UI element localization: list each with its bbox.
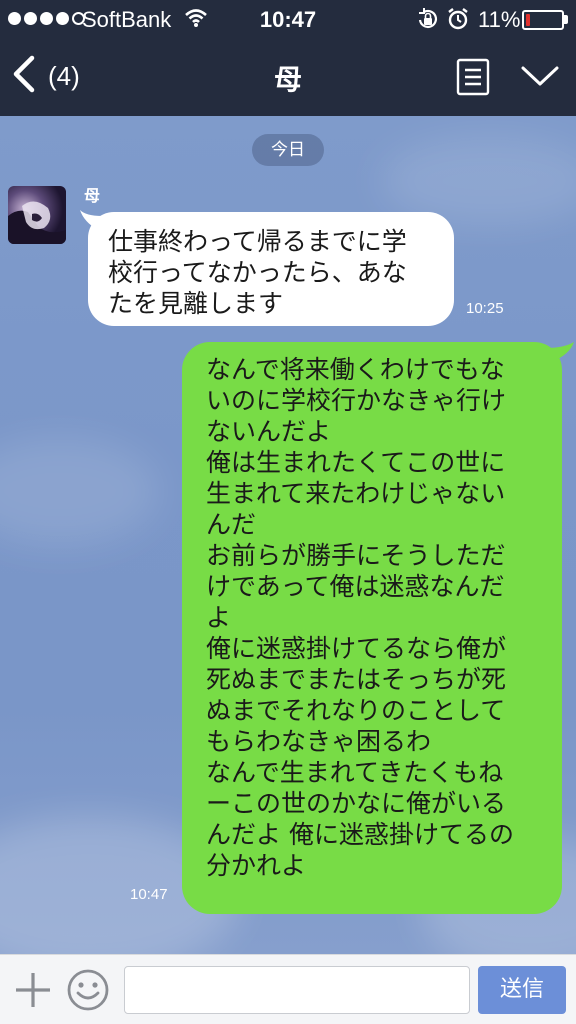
chat-area[interactable]: 今日 母 仕事終わって帰るまでに学 校行ってなかったら、あな たを見離します 1…	[0, 116, 576, 954]
input-bar: 送信	[0, 954, 576, 1024]
back-button[interactable]: (4)	[10, 54, 80, 98]
battery-tip	[564, 15, 568, 24]
alarm-icon	[446, 6, 470, 38]
smiley-icon	[66, 969, 110, 1016]
sender-name: 母	[84, 186, 101, 205]
chevron-down-icon	[520, 66, 560, 92]
collapse-button[interactable]	[520, 64, 560, 92]
message-bubble-outgoing[interactable]: なんで将来働くわけでもな いのに学校行かなきゃ行け ないんだよ 俺は生まれたくて…	[182, 342, 562, 914]
rotation-lock-icon	[416, 6, 440, 38]
message-bubble-incoming[interactable]: 仕事終わって帰るまでに学 校行ってなかったら、あな たを見離します	[88, 212, 454, 326]
emoji-button[interactable]	[66, 968, 110, 1016]
attach-button[interactable]	[14, 971, 52, 1013]
battery-percent: 11%	[478, 7, 521, 32]
send-button[interactable]: 送信	[478, 966, 566, 1014]
status-bar: SoftBank 10:47 11%	[0, 0, 576, 40]
background-cloud	[0, 436, 160, 546]
list-icon	[456, 58, 490, 100]
battery-icon	[522, 10, 564, 30]
battery-level	[526, 14, 530, 26]
message-time-incoming: 10:25	[466, 300, 504, 317]
avatar[interactable]	[8, 186, 66, 244]
nav-bar: (4) 母	[0, 40, 576, 116]
message-input[interactable]	[124, 966, 470, 1014]
unread-count: (4)	[48, 60, 80, 91]
plus-icon	[14, 973, 52, 1013]
menu-button[interactable]	[456, 58, 490, 100]
message-time-outgoing: 10:47	[130, 886, 168, 903]
chevron-left-icon	[10, 54, 36, 98]
date-separator: 今日	[252, 134, 324, 166]
